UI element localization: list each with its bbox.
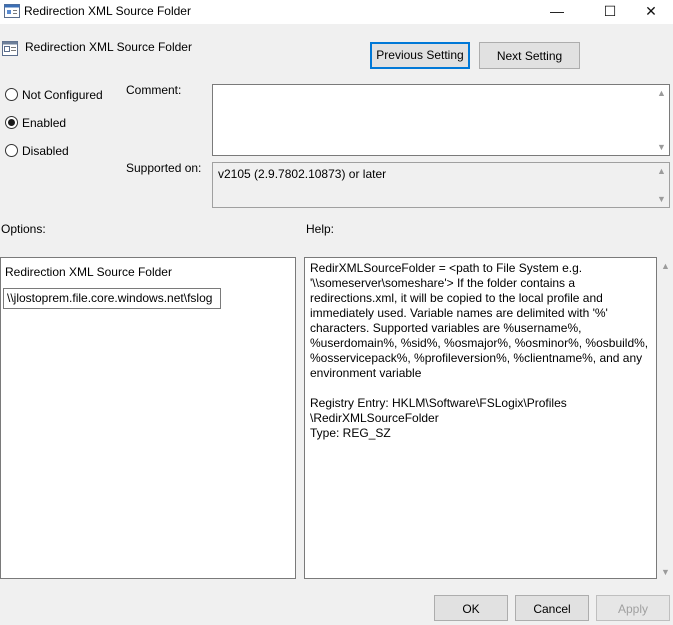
options-label: Options: bbox=[1, 222, 46, 236]
help-paragraph: RedirXMLSourceFolder = <path to File Sys… bbox=[310, 261, 649, 380]
apply-button[interactable]: Apply bbox=[596, 595, 670, 621]
scroll-down-icon[interactable]: ▼ bbox=[654, 142, 669, 152]
radio-circle[interactable] bbox=[5, 88, 18, 102]
maximize-button[interactable]: ☐ bbox=[587, 0, 633, 24]
setting-name: Redirection XML Source Folder bbox=[25, 40, 192, 54]
scroll-up-icon[interactable]: ▲ bbox=[654, 88, 669, 98]
next-setting-button[interactable]: Next Setting bbox=[479, 42, 580, 69]
policy-setting-icon bbox=[2, 41, 18, 56]
scroll-down-icon[interactable]: ▼ bbox=[658, 567, 673, 577]
scroll-down-icon[interactable]: ▼ bbox=[654, 194, 669, 204]
help-text: RedirXMLSourceFolder = <path to File Sys… bbox=[310, 261, 650, 441]
registry-entry-path: \RedirXMLSourceFolder bbox=[310, 411, 439, 425]
close-button[interactable]: ✕ bbox=[628, 0, 673, 24]
help-label: Help: bbox=[306, 222, 335, 236]
window-title: Redirection XML Source Folder bbox=[24, 4, 191, 18]
minimize-button[interactable]: — bbox=[534, 0, 580, 24]
scroll-up-icon[interactable]: ▲ bbox=[658, 261, 673, 271]
cancel-button[interactable]: Cancel bbox=[515, 595, 589, 621]
source-folder-input[interactable]: \\jlostoprem.file.core.windows.net\fslog bbox=[3, 288, 221, 309]
radio-label: Disabled bbox=[22, 144, 69, 158]
supported-on-value: v2105 (2.9.7802.10873) or later bbox=[218, 167, 387, 181]
radio-label: Enabled bbox=[22, 116, 67, 130]
comment-textarea[interactable]: ▲ ▼ bbox=[212, 84, 670, 156]
radio-circle[interactable] bbox=[5, 144, 18, 158]
radio-label: Not Configured bbox=[22, 88, 103, 102]
radio-disabled[interactable]: Disabled bbox=[5, 144, 69, 158]
ok-button[interactable]: OK bbox=[434, 595, 508, 621]
scroll-up-icon[interactable]: ▲ bbox=[654, 166, 669, 176]
radio-circle-selected[interactable] bbox=[5, 116, 18, 130]
policy-setting-icon bbox=[4, 4, 20, 18]
registry-entry-line: Registry Entry: HKLM\Software\FSLogix\Pr… bbox=[310, 396, 567, 410]
source-folder-label: Redirection XML Source Folder bbox=[5, 265, 172, 279]
previous-setting-button[interactable]: Previous Setting bbox=[370, 42, 470, 69]
radio-enabled[interactable]: Enabled bbox=[5, 116, 66, 130]
supported-on-label: Supported on: bbox=[126, 161, 202, 175]
registry-type-line: Type: REG_SZ bbox=[310, 426, 391, 440]
radio-not-configured[interactable]: Not Configured bbox=[5, 88, 103, 102]
comment-label: Comment: bbox=[126, 83, 182, 97]
